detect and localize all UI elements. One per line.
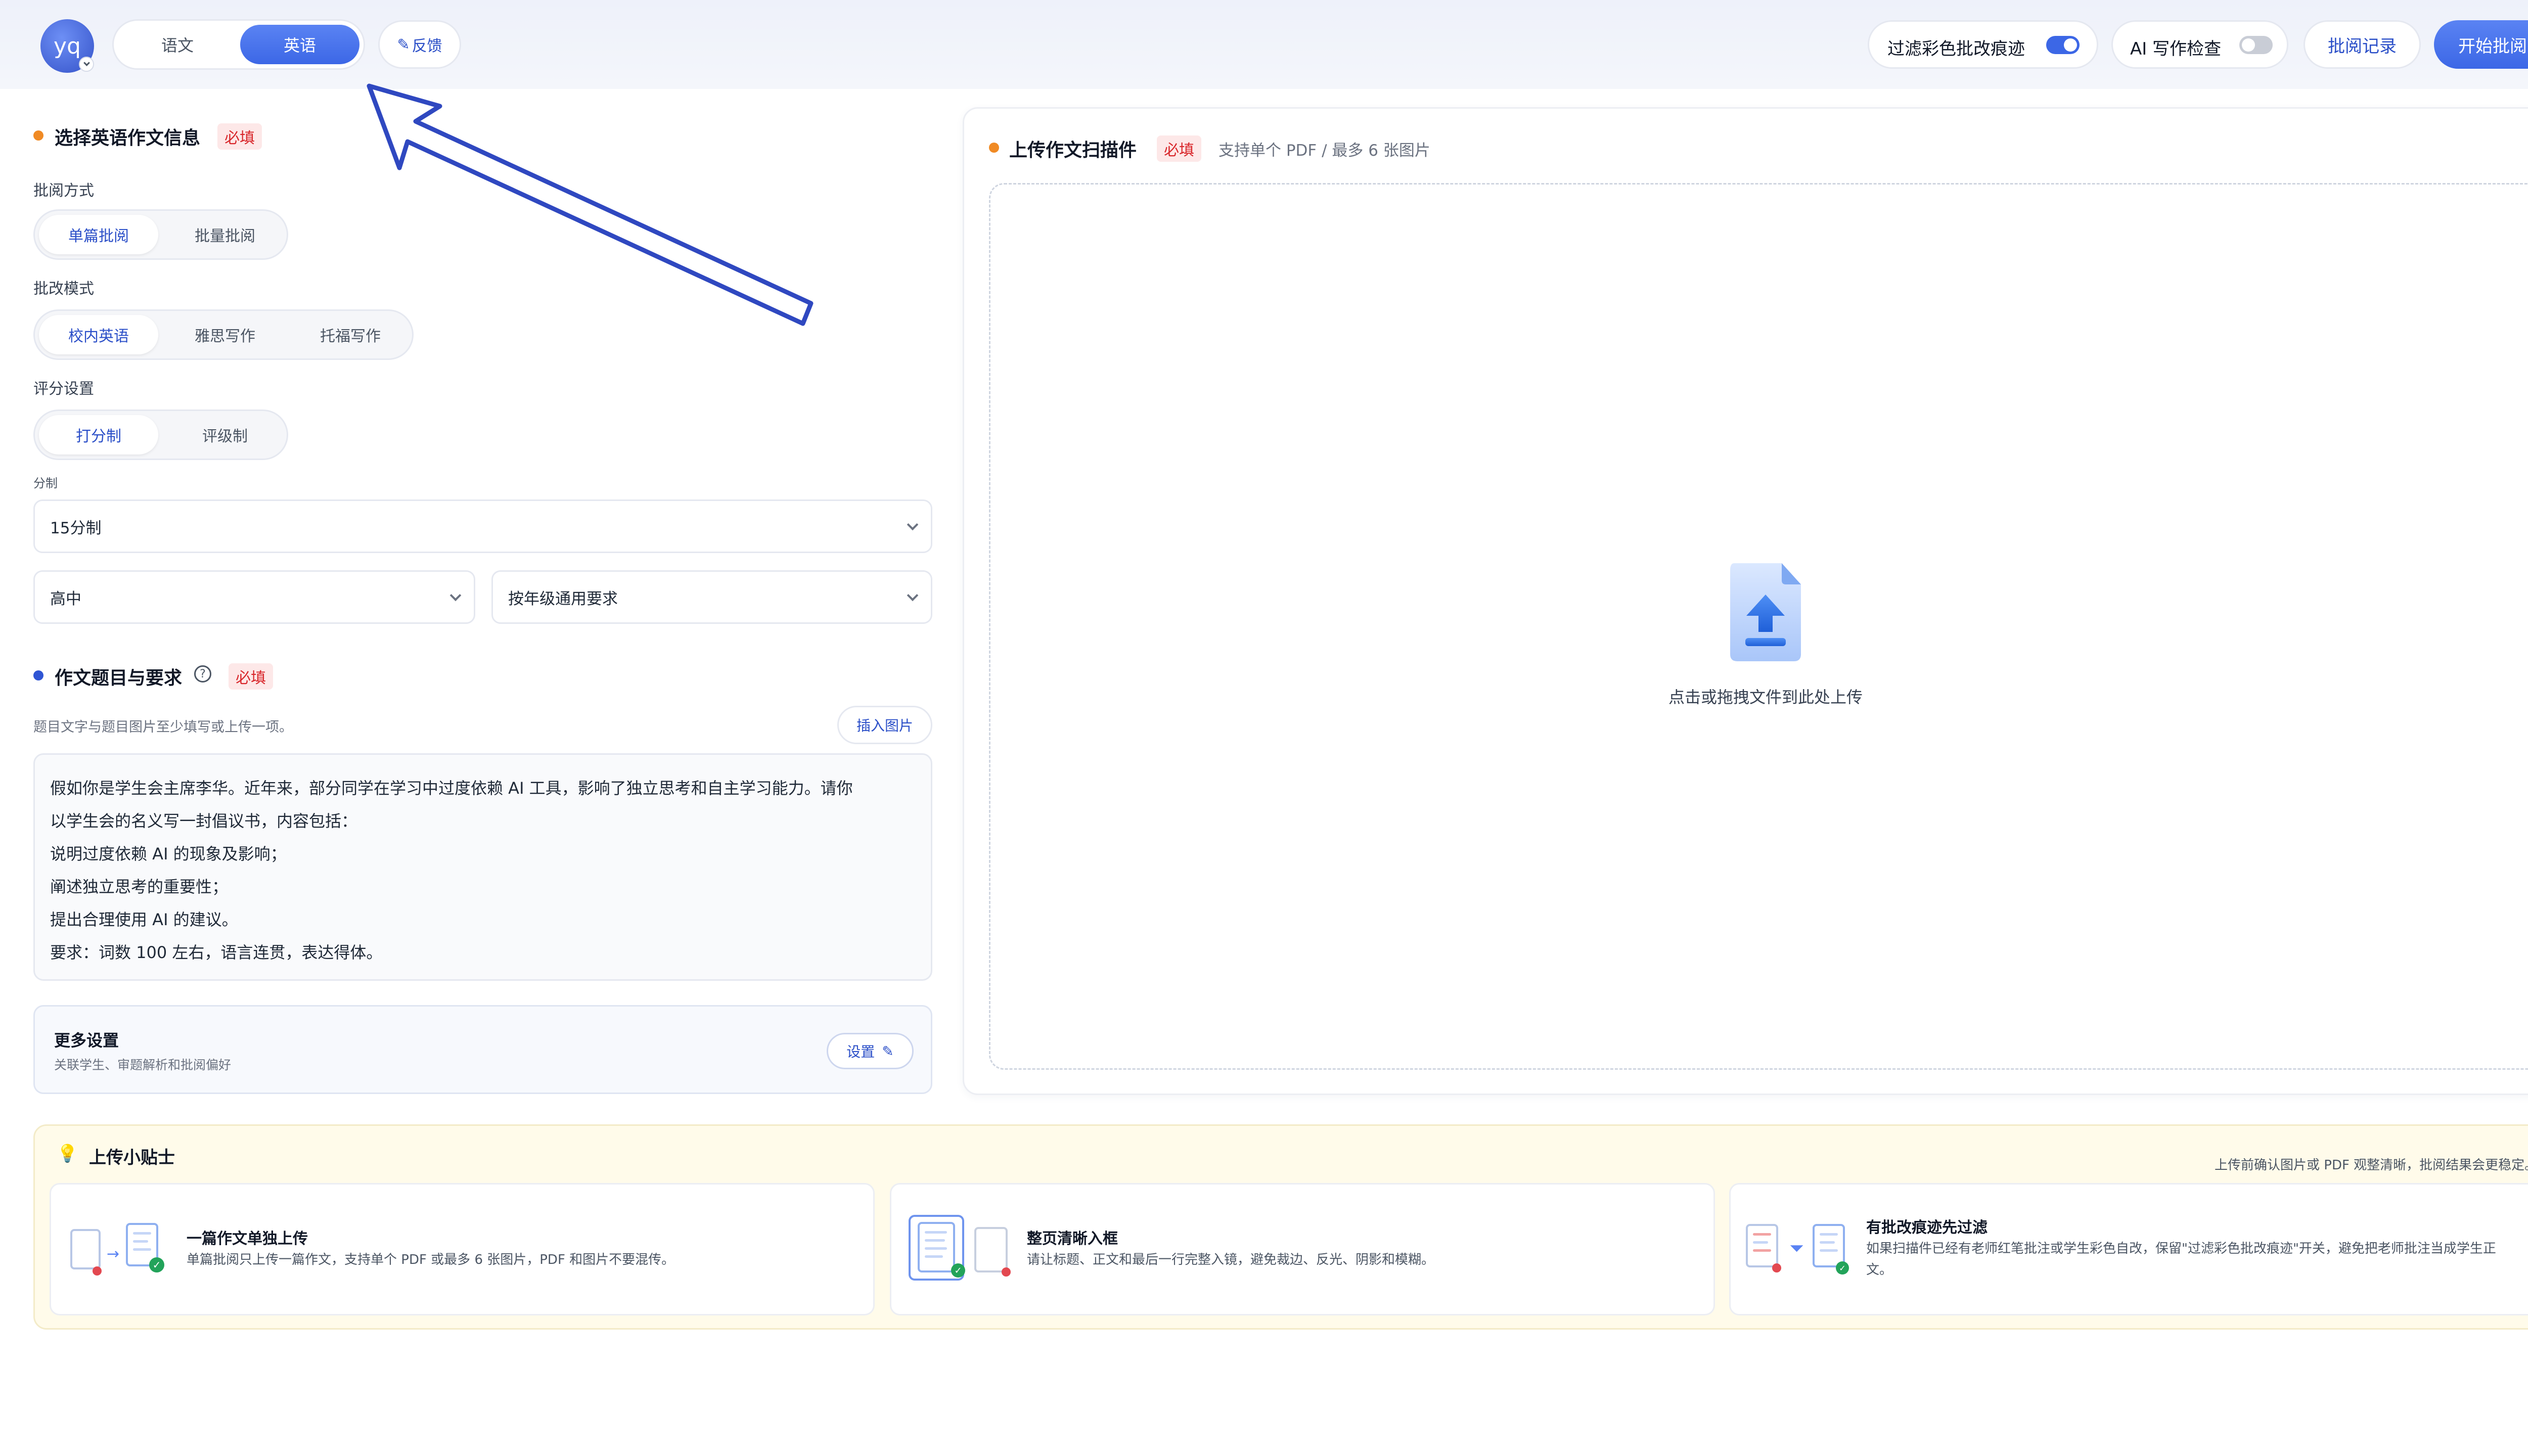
annotation-arrow (367, 83, 814, 326)
